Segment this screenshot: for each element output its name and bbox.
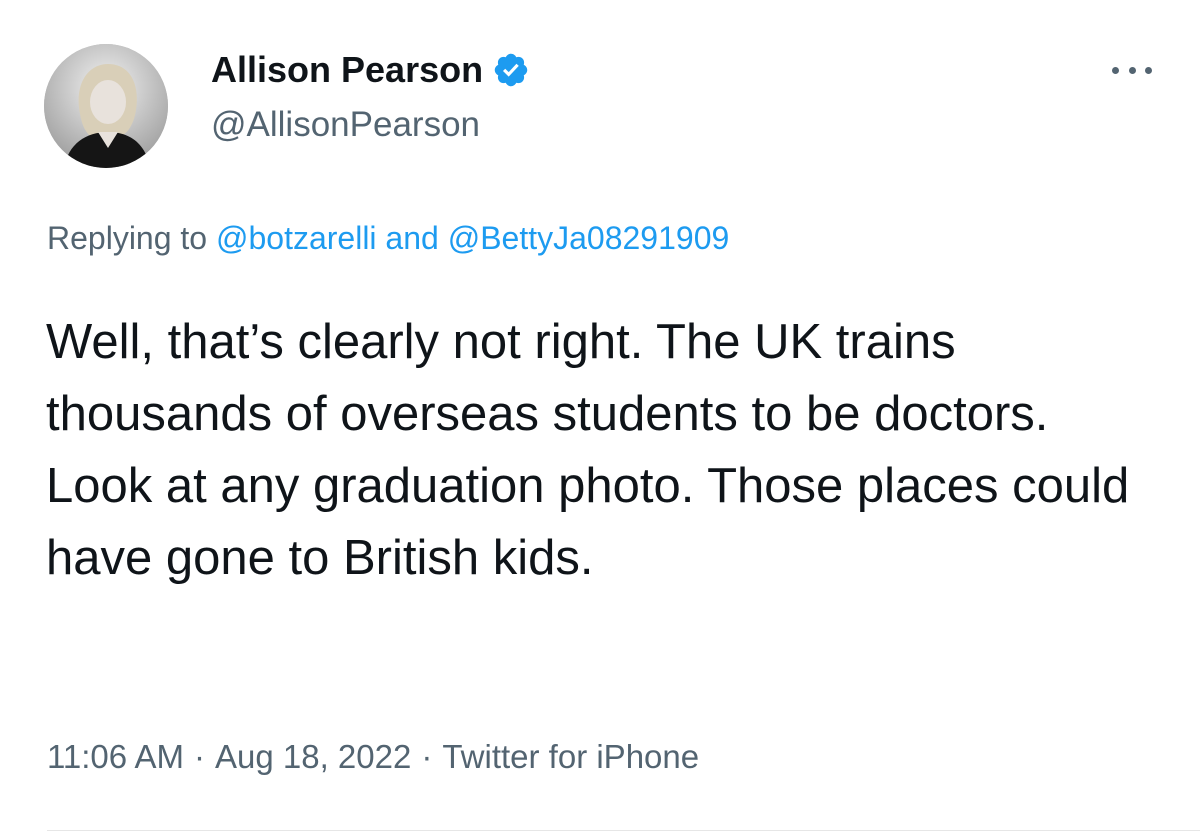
tweet-meta: 11:06 AM · Aug 18, 2022 · Twitter for iPhone xyxy=(47,738,699,776)
replying-to-line: Replying to @botzarelli and @BettyJa0829… xyxy=(47,220,729,257)
dot xyxy=(1128,66,1136,74)
profile-photo-icon xyxy=(44,44,168,168)
dot xyxy=(1145,66,1152,74)
mention-connector: and xyxy=(385,220,439,256)
divider xyxy=(47,830,1200,831)
dot xyxy=(1112,66,1119,74)
meta-separator: · xyxy=(421,738,433,775)
mention-link-botzarelli[interactable]: @botzarelli xyxy=(216,220,377,256)
author-avatar[interactable] xyxy=(44,44,168,168)
tweet-time[interactable]: 11:06 AM xyxy=(47,738,184,775)
more-options-icon[interactable] xyxy=(1112,58,1152,82)
tweet-date[interactable]: Aug 18, 2022 xyxy=(215,738,411,775)
replying-prefix: Replying to xyxy=(47,220,208,256)
verified-badge-icon xyxy=(494,53,528,87)
meta-separator: · xyxy=(193,738,205,775)
author-name[interactable]: Allison Pearson xyxy=(211,49,483,91)
tweet-text: Well, that’s clearly not right. The UK t… xyxy=(46,315,1130,585)
mention-link-bettyja[interactable]: @BettyJa08291909 xyxy=(448,220,730,256)
tweet-card: Allison Pearson @AllisonPearson Replying… xyxy=(0,0,1200,840)
tweet-source[interactable]: Twitter for iPhone xyxy=(442,738,699,775)
author-handle[interactable]: @AllisonPearson xyxy=(211,105,480,145)
author-name-row[interactable]: Allison Pearson xyxy=(211,48,530,92)
